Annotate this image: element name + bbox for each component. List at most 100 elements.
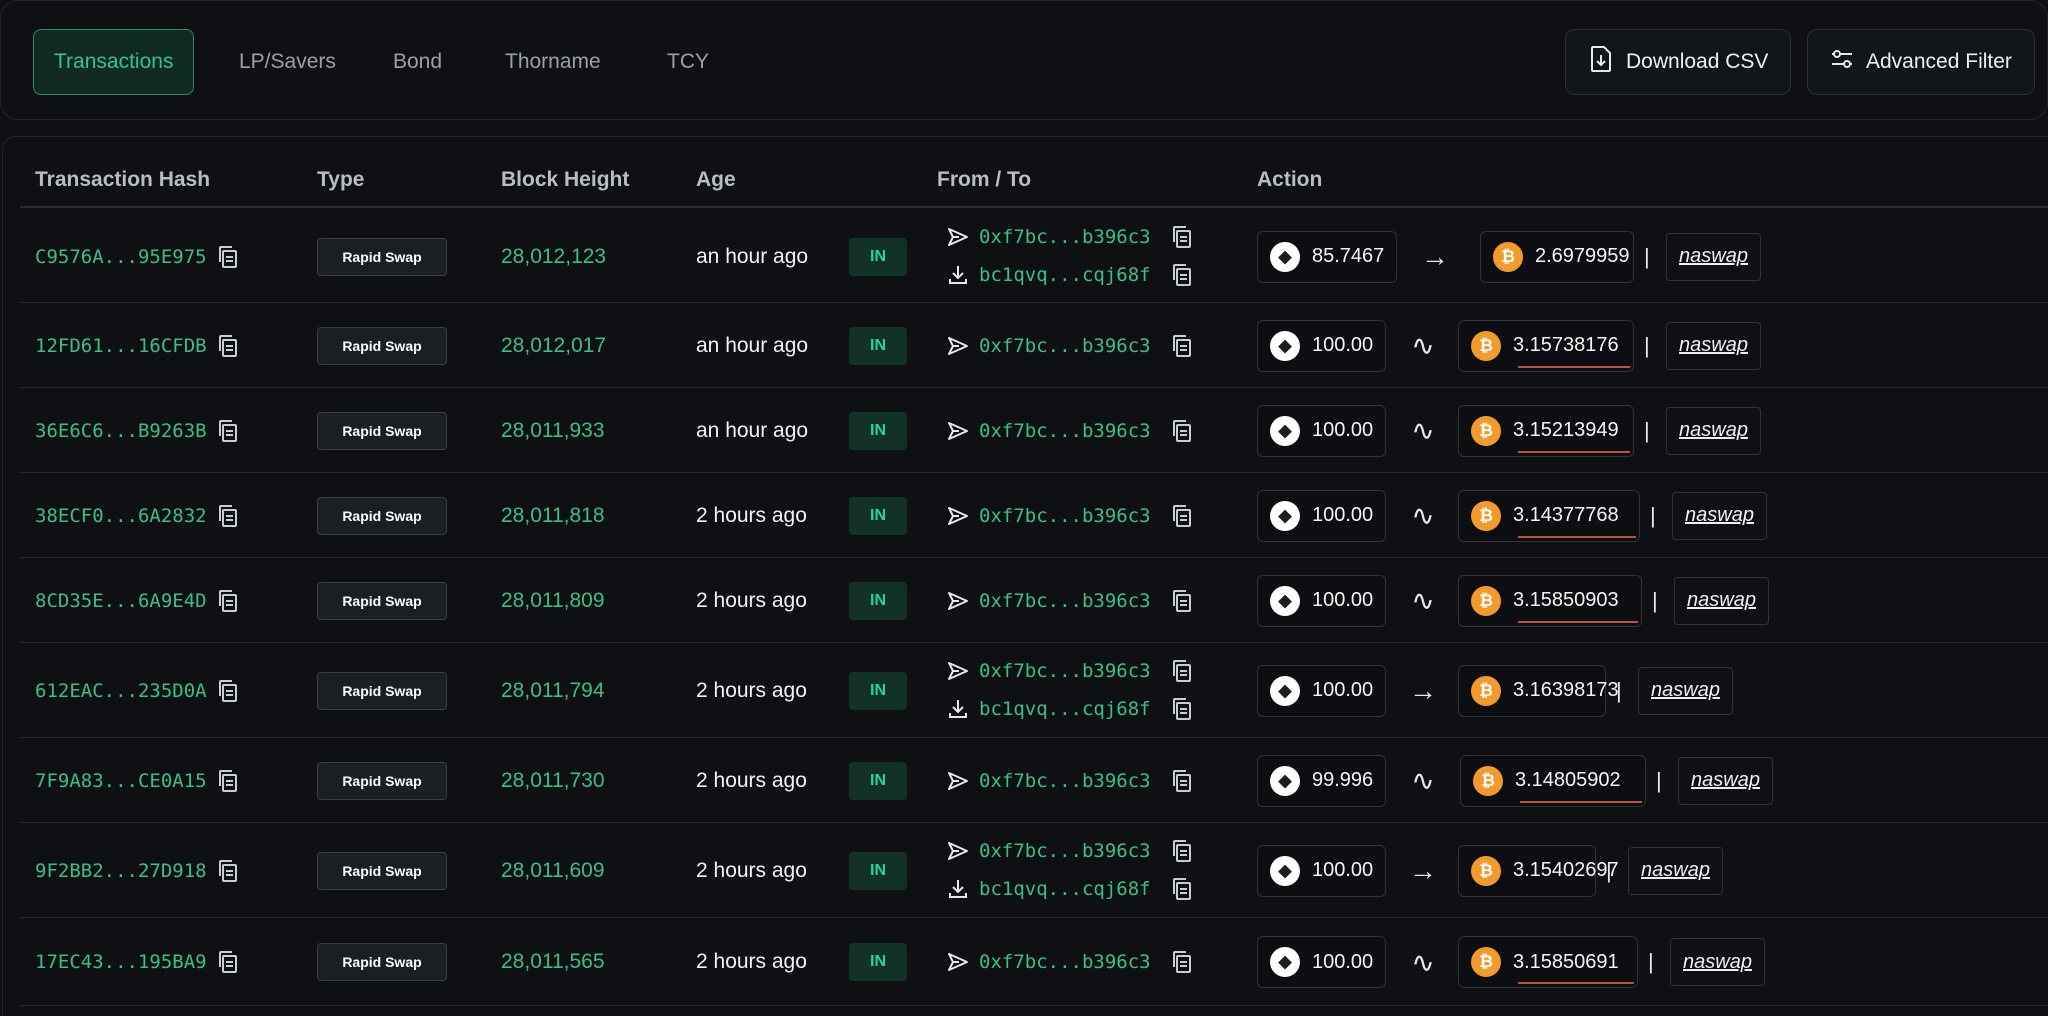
block-height-link[interactable]: 28,012,017 [501,332,606,360]
output-amount: ₿ 3.14805902 [1460,754,1646,807]
block-height-link[interactable]: 28,011,794 [501,677,605,705]
block-height-link[interactable]: 28,011,565 [501,948,605,976]
affiliate-link[interactable]: naswap [1666,321,1761,370]
from-address-link[interactable]: 0xf7bc...b396c3 [979,840,1151,862]
copy-icon[interactable] [1171,659,1193,683]
from-address-link[interactable]: 0xf7bc...b396c3 [979,226,1151,248]
copy-icon[interactable] [217,950,239,974]
from-address-link[interactable]: 0xf7bc...b396c3 [979,951,1151,973]
copy-icon[interactable] [217,859,239,883]
affiliate-link[interactable]: naswap [1638,666,1733,715]
affiliate-link[interactable]: naswap [1672,491,1767,540]
output-amount-value: 2.6979959 [1535,245,1630,267]
copy-icon[interactable] [1171,950,1193,974]
from-address-link[interactable]: 0xf7bc...b396c3 [979,335,1151,357]
affiliate-link[interactable]: naswap [1670,938,1765,986]
eth-icon: ◆ [1270,947,1300,977]
tx-hash-cell: 9F2BB2...27D918 [35,857,239,885]
tab-lp-savers[interactable]: LP/Savers [219,29,356,95]
tx-hash-link[interactable]: 9F2BB2...27D918 [35,860,207,882]
btc-icon: ₿ [1471,415,1501,446]
affiliate-link[interactable]: naswap [1678,756,1773,805]
from-address-link[interactable]: 0xf7bc...b396c3 [979,660,1151,682]
table-row: 12FD61...16CFDB Rapid Swap 28,012,017 an ho… [20,303,2048,388]
copy-icon[interactable] [1171,225,1193,249]
tx-type-badge: Rapid Swap [317,411,447,450]
copy-icon[interactable] [1171,839,1193,863]
separator: | [1644,332,1650,358]
copy-icon[interactable] [217,334,239,358]
to-address-link[interactable]: bc1qvq...cqj68f [979,698,1151,720]
copy-icon[interactable] [217,589,239,613]
from-address-link[interactable]: 0xf7bc...b396c3 [979,505,1151,527]
table-row: 9F2BB2...27D918 Rapid Swap 28,011,609 2 hou… [20,823,2048,918]
from-address: 0xf7bc...b396c3 [937,587,1193,615]
tx-type-badge: Rapid Swap [317,851,447,890]
block-height-link[interactable]: 28,011,818 [501,502,605,530]
tx-hash-link[interactable]: 12FD61...16CFDB [35,335,207,357]
copy-icon[interactable] [1171,263,1193,287]
input-amount: ◆ 100.00 [1257,319,1387,372]
block-height-link[interactable]: 28,011,809 [501,587,605,615]
streaming-progress-line [1518,982,1634,984]
input-amount: ◆ 99.996 [1257,754,1387,807]
advanced-filter-button[interactable]: Advanced Filter [1807,29,2035,95]
tx-hash-link[interactable]: C9576A...95E975 [35,246,207,268]
copy-icon[interactable] [217,419,239,443]
copy-icon[interactable] [217,679,239,703]
block-height-link[interactable]: 28,011,609 [501,857,605,885]
tx-hash-link[interactable]: 8CD35E...6A9E4D [35,590,207,612]
from-address-link[interactable]: 0xf7bc...b396c3 [979,770,1151,792]
tab-bond[interactable]: Bond [373,29,462,95]
table-row: 612EAC...235D0A Rapid Swap 28,011,794 2 hou… [20,643,2048,738]
swap-arrow-icon: → [1421,240,1449,272]
tx-hash-link[interactable]: 36E6C6...B9263B [35,420,207,442]
tx-hash-link[interactable]: 612EAC...235D0A [35,680,207,702]
swap-arrow-icon: ∿ [1411,585,1435,616]
table-row: 36E6C6...B9263B Rapid Swap 28,011,933 an ho… [20,388,2048,473]
copy-icon[interactable] [1171,769,1193,793]
input-amount-value: 100.00 [1312,589,1374,611]
tx-age: 2 hours ago [696,503,807,527]
copy-icon[interactable] [217,504,239,528]
tab-bar: Transactions LP/Savers Bond Thorname TCY… [0,0,2048,120]
block-height-link[interactable]: 28,012,123 [501,243,606,271]
tx-hash-link[interactable]: 7F9A83...CE0A15 [35,770,207,792]
from-address-link[interactable]: 0xf7bc...b396c3 [979,420,1151,442]
copy-icon[interactable] [1171,697,1193,721]
table-header: Transaction Hash Type Block Height Age F… [20,150,2048,208]
to-address-link[interactable]: bc1qvq...cqj68f [979,264,1151,286]
block-height-link[interactable]: 28,011,933 [501,417,605,445]
affiliate-link[interactable]: naswap [1666,232,1761,281]
btc-icon: ₿ [1493,241,1523,272]
tx-hash-link[interactable]: 38ECF0...6A2832 [35,505,207,527]
affiliate-link[interactable]: naswap [1666,406,1761,455]
affiliate-link[interactable]: naswap [1628,846,1723,895]
table-row: 8CD35E...6A9E4D Rapid Swap 28,011,809 2 hou… [20,558,2048,643]
copy-icon[interactable] [1171,877,1193,901]
output-amount-value: 3.15738176 [1513,334,1619,356]
output-amount: ₿ 3.15213949 [1458,404,1634,457]
copy-icon[interactable] [217,769,239,793]
tab-transactions[interactable]: Transactions [33,29,195,95]
copy-icon[interactable] [1171,504,1193,528]
copy-icon[interactable] [1171,334,1193,358]
copy-icon[interactable] [217,245,239,269]
tx-hash-link[interactable]: 17EC43...195BA9 [35,951,207,973]
btc-icon: ₿ [1471,947,1501,977]
to-address-link[interactable]: bc1qvq...cqj68f [979,878,1151,900]
btc-icon: ₿ [1471,585,1501,616]
from-address-link[interactable]: 0xf7bc...b396c3 [979,590,1151,612]
copy-icon[interactable] [1171,589,1193,613]
tab-thorname[interactable]: Thorname [485,29,621,95]
block-height-link[interactable]: 28,011,730 [501,767,605,795]
direction-badge: IN [849,671,907,710]
receive-icon [947,698,969,720]
tab-tcy[interactable]: TCY [647,29,729,95]
output-amount-value: 3.14377768 [1513,504,1619,526]
direction-badge: IN [849,411,907,450]
download-csv-button[interactable]: Download CSV [1565,29,1792,95]
copy-icon[interactable] [1171,419,1193,443]
affiliate-link[interactable]: naswap [1674,576,1769,625]
tx-age: 2 hours ago [696,858,807,882]
